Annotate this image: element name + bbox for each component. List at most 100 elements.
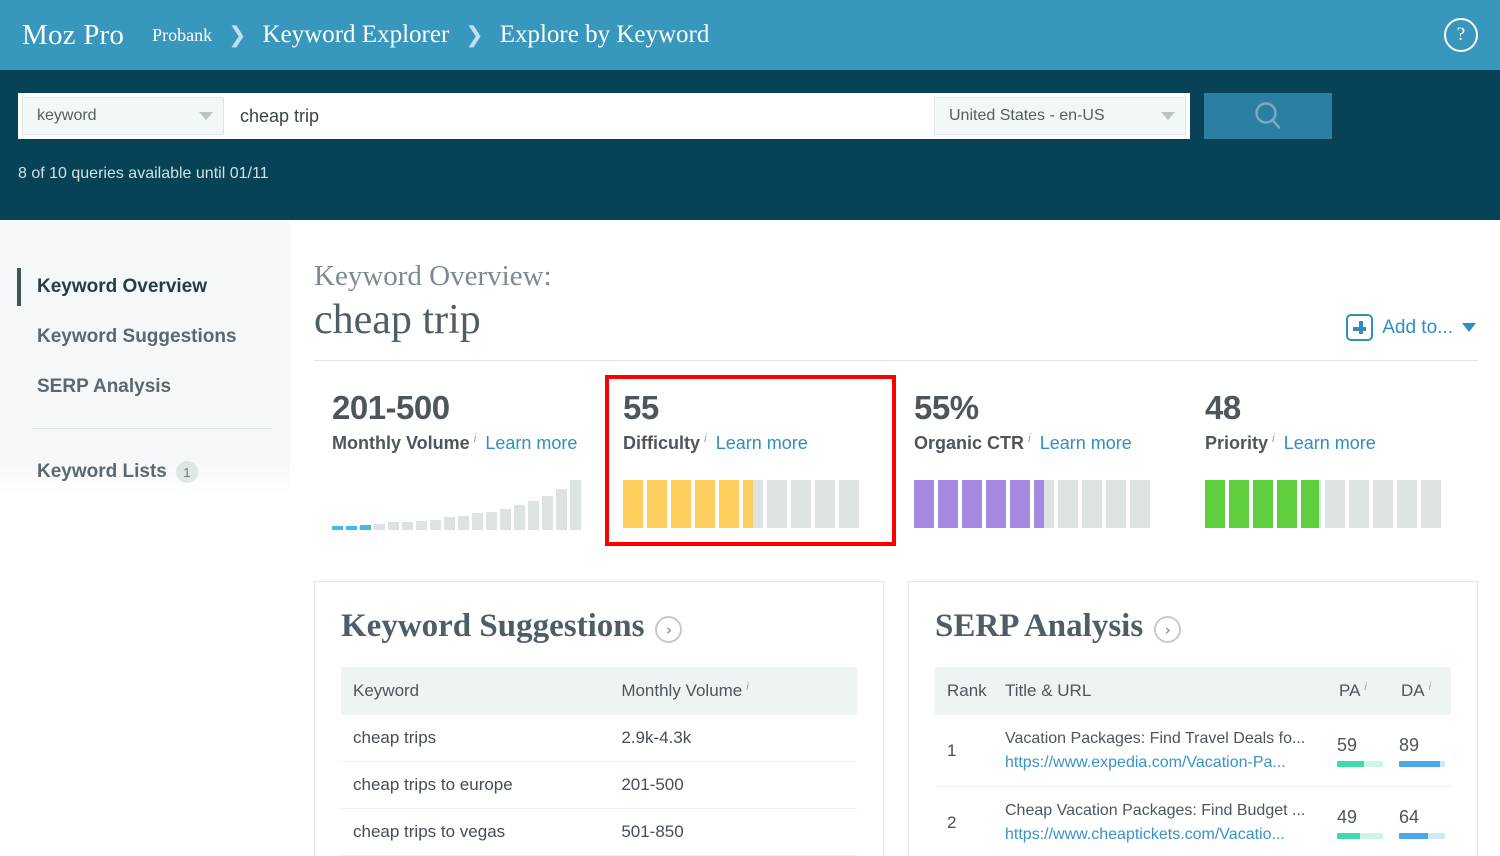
da-value: 64 [1399,806,1420,827]
locale-value: United States - en-US [949,107,1105,124]
column-header-title-url[interactable]: Title & URL [993,667,1327,716]
column-header-pa[interactable]: PA i [1327,667,1389,716]
metric-segment [1205,480,1225,529]
table-row[interactable]: 1 Vacation Packages: Find Travel Deals fo… [935,715,1451,788]
breadcrumb-item-keyword-explorer[interactable]: Keyword Explorer [263,21,450,49]
cell-rank: 1 [935,715,993,788]
sidebar-item-serp-analysis[interactable]: SERP Analysis [0,362,290,412]
metric-card-difficulty: 55 Difficulty i Learn more [605,375,896,547]
sidebar-item-label: Keyword Lists [37,461,167,482]
metric-value: 201-500 [332,389,450,427]
metric-segment [1421,480,1441,529]
volume-bar [500,509,511,531]
column-header-rank[interactable]: Rank [935,667,993,716]
arrow-right-circle-icon[interactable]: › [1154,616,1182,644]
metric-segment [695,480,715,529]
sidebar-item-keyword-lists[interactable]: Keyword Lists 1 [0,447,290,497]
volume-bar [570,480,581,531]
column-header-keyword[interactable]: Keyword [341,667,610,716]
main-content: Keyword Overview: cheap trip Add to... 2… [290,220,1500,856]
breadcrumb-item-probank[interactable]: Probank [152,25,212,46]
info-icon[interactable]: i [746,681,748,693]
metric-segment-fill [647,480,667,529]
sidebar-item-label: Keyword Suggestions [37,326,237,347]
metric-card-monthly-volume: 201-500 Monthly Volume i Learn more [314,375,605,546]
metric-segment-fill [986,480,1006,529]
panel-title: Keyword Suggestions › [341,608,857,645]
locale-select[interactable]: United States - en-US [934,97,1186,135]
arrow-right-circle-icon[interactable]: › [655,616,683,644]
table-row[interactable]: cheap trips to vegas 501-850 [341,808,857,856]
sidebar-divider [32,428,272,429]
volume-bar [402,522,413,531]
learn-more-link[interactable]: Learn more [1040,433,1132,454]
volume-bar [556,489,567,531]
info-icon[interactable]: i [1364,681,1366,693]
result-url-link[interactable]: https://www.cheaptickets.com/Vacatio... [1005,824,1321,846]
info-icon[interactable]: i [474,431,477,445]
metric-segment-fill [743,480,753,529]
result-title[interactable]: Cheap Vacation Packages: Find Budget ... [1005,800,1321,822]
chevron-down-icon [199,112,213,120]
info-icon[interactable]: i [1429,681,1431,693]
metric-segment [1058,480,1078,529]
table-head: Rank Title & URL PA i DA i [935,667,1451,716]
column-header-monthly-volume[interactable]: Monthly Volume i [609,667,857,716]
breadcrumb-item-explore-by-keyword[interactable]: Explore by Keyword [500,21,710,49]
learn-more-link[interactable]: Learn more [716,433,808,454]
metric-value: 48 [1205,389,1241,427]
metric-label: Organic CTR [914,433,1025,454]
metric-segment [986,480,1006,529]
table-row[interactable]: 2 Cheap Vacation Packages: Find Budget ..… [935,786,1451,856]
bar-fill [1399,832,1429,839]
learn-more-link[interactable]: Learn more [1284,433,1376,454]
metric-segment [815,480,835,529]
search-type-select[interactable]: keyword [22,97,224,135]
metric-segment [839,480,859,529]
search-input[interactable] [224,97,934,135]
search-button[interactable] [1204,93,1332,139]
info-icon[interactable]: i [1028,431,1031,445]
add-to-button[interactable]: Add to... [1346,314,1476,342]
search-icon [1255,102,1281,129]
column-header-da[interactable]: DA i [1389,667,1451,716]
sidebar-item-keyword-overview[interactable]: Keyword Overview [0,262,290,312]
chevron-down-icon [1161,112,1175,120]
volume-bar [472,513,483,531]
keyword-suggestions-table: Keyword Monthly Volume i cheap trips 2.9k-… [341,667,857,856]
table-row[interactable]: cheap trips 2.9k-4.3k [341,715,857,763]
result-title[interactable]: Vacation Packages: Find Travel Deals fo.… [1005,728,1321,750]
info-icon[interactable]: i [704,431,707,445]
volume-bar [332,526,343,531]
volume-bar [360,525,371,531]
metric-sub: Priority i Learn more [1205,431,1462,454]
table-row[interactable]: cheap trips to europe 201-500 [341,761,857,810]
metric-segment-fill [623,480,643,529]
volume-bar [542,496,553,531]
metric-cards: 201-500 Monthly Volume i Learn more 55 D… [314,375,1478,547]
sidebar-item-keyword-suggestions[interactable]: Keyword Suggestions [0,312,290,362]
metric-segment [1082,480,1102,529]
pa-bar [1337,760,1383,767]
metric-segment [743,480,763,529]
volume-bar [486,512,497,531]
page-subtitle: Keyword Overview: [314,260,552,292]
learn-more-link[interactable]: Learn more [485,433,577,454]
da-bar [1399,760,1445,767]
metric-sub: Difficulty i Learn more [623,431,880,454]
metric-segment-fill [1301,480,1319,529]
cell-monthly-volume: 501-850 [609,808,857,856]
metric-segment [1253,480,1273,529]
metric-segment [1349,480,1369,529]
help-icon[interactable]: ? [1444,18,1478,52]
info-icon[interactable]: i [1272,431,1275,445]
metric-segment [1397,480,1417,529]
search-band: keyword United States - en-US 8 of 10 qu… [0,70,1500,220]
column-header-label: PA [1339,681,1361,701]
page-title: cheap trip [314,297,481,343]
result-url-link[interactable]: https://www.expedia.com/Vacation-Pa... [1005,752,1321,774]
bar-fill [1337,760,1365,767]
brand-logo[interactable]: Moz Pro [22,19,124,52]
volume-bar [458,516,469,531]
metric-segment [1325,480,1345,529]
